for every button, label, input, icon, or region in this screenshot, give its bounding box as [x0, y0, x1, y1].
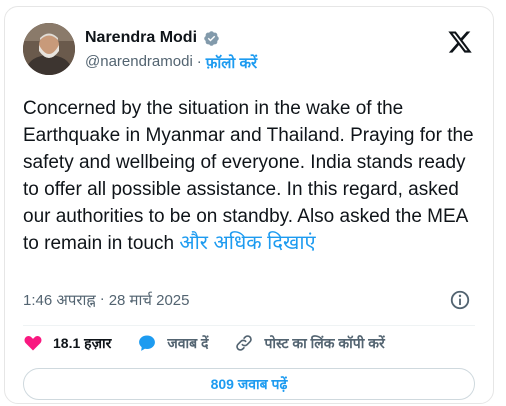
tweet-embed-card[interactable]: Narendra Modi @narendramodi · फ़ॉलो करें…	[4, 6, 494, 404]
tweet-timestamp[interactable]: 1:46 अपराह्न · 28 मार्च 2025	[23, 290, 189, 310]
author-name[interactable]: Narendra Modi	[85, 29, 197, 47]
heart-icon	[24, 336, 42, 351]
tweet-text: Concerned by the situation in the wake o…	[23, 98, 474, 254]
avatar[interactable]	[23, 23, 75, 75]
x-logo-icon[interactable]	[447, 29, 473, 55]
link-icon	[236, 335, 253, 351]
copy-link-button[interactable]: पोस्ट का लिंक कॉपी करें	[234, 333, 385, 353]
info-icon[interactable]	[449, 289, 471, 311]
reply-label: जवाब दें	[167, 334, 209, 351]
reply-bubble-icon	[139, 335, 156, 351]
action-bar: 18.1 हज़ार जवाब दें पोस्ट का लिंक कॉपी क…	[23, 333, 411, 353]
like-count: 18.1 हज़ार	[53, 334, 112, 351]
reply-button[interactable]: जवाब दें	[137, 333, 208, 353]
divider	[23, 325, 475, 326]
timestamp-separator: ·	[99, 290, 105, 307]
show-more-link[interactable]: और अधिक दिखाएं	[179, 232, 315, 254]
follow-button[interactable]: फ़ॉलो करें	[206, 53, 257, 73]
handle-separator: ·	[196, 53, 202, 70]
read-replies-label: 809 जवाब पढ़ें	[210, 375, 288, 392]
tweet-date[interactable]: 28 मार्च 2025	[109, 290, 190, 310]
tweet-text-block: Concerned by the situation in the wake o…	[23, 95, 483, 257]
author-handle[interactable]: @narendramodi	[85, 53, 193, 73]
copy-link-label: पोस्ट का लिंक कॉपी करें	[264, 334, 385, 351]
verified-badge-icon	[204, 30, 219, 46]
tweet-time[interactable]: 1:46 अपराह्न	[23, 290, 96, 310]
read-replies-button[interactable]: 809 जवाब पढ़ें	[23, 368, 475, 400]
avatar-image	[23, 23, 75, 75]
like-button[interactable]: 18.1 हज़ार	[23, 333, 111, 353]
